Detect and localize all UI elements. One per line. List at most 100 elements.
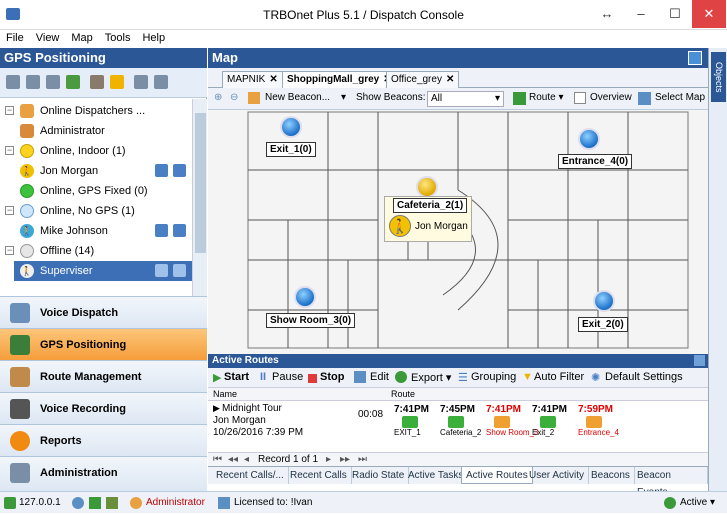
menu-map[interactable]: Map — [65, 30, 98, 46]
stop-button[interactable]: Stop — [320, 371, 344, 383]
tab-mapnik[interactable]: MAPNIK ✕ — [222, 71, 283, 88]
collapse-icon[interactable]: − — [5, 246, 14, 255]
call-icon[interactable] — [173, 164, 186, 177]
auto-filter-button[interactable]: Auto Filter — [534, 371, 584, 383]
close-icon[interactable]: ✕ — [446, 74, 454, 85]
zoom-out-icon[interactable]: ⊖ — [230, 92, 238, 103]
collapse-icon[interactable]: − — [5, 146, 14, 155]
active-status-dropdown[interactable]: Active ▾ — [680, 492, 715, 514]
tree-view-icon[interactable] — [6, 75, 20, 89]
filter-icon[interactable] — [110, 75, 124, 89]
export-button[interactable]: Export ▾ — [411, 371, 451, 384]
beacon-marker-cafeteria-2[interactable] — [416, 176, 438, 198]
beacon-select[interactable]: New Beacon... — [265, 92, 330, 103]
float-icon[interactable] — [154, 75, 168, 89]
overview-checkbox[interactable] — [574, 92, 586, 104]
dock-icon[interactable] — [134, 75, 148, 89]
tab-shoppingmall[interactable]: ShoppingMall_grey✕ — [282, 71, 397, 88]
select-map-button[interactable]: Select Map — [655, 92, 705, 103]
nav-voice-dispatch[interactable]: Voice Dispatch — [0, 296, 207, 328]
map-settings-icon[interactable] — [688, 51, 702, 65]
menu-help[interactable]: Help — [136, 30, 171, 46]
pager-first-icon[interactable]: ⏮ — [213, 453, 222, 467]
tab-beacon-events[interactable]: Beacon Events — [633, 467, 708, 498]
tab-active-routes[interactable]: Active Routes — [461, 467, 533, 484]
chevron-down-icon[interactable]: ▾ — [341, 92, 346, 103]
pager-next-page-icon[interactable]: ▸▸ — [340, 453, 350, 467]
nav-gps-positioning[interactable]: GPS Positioning — [0, 328, 207, 360]
list-view-icon[interactable] — [26, 75, 40, 89]
collapse-icon[interactable]: − — [5, 206, 14, 215]
column-name[interactable]: Name — [213, 389, 237, 399]
tree-row-administrator[interactable]: Administrator — [0, 121, 192, 141]
tab-recent-calls-group[interactable]: Recent Calls/... — [212, 467, 289, 484]
maximize-button[interactable]: ☐ — [658, 0, 692, 28]
tab-active-tasks[interactable]: Active Tasks — [404, 467, 469, 484]
nav-administration[interactable]: Administration — [0, 456, 207, 491]
message-icon[interactable] — [155, 164, 168, 177]
tree-row-offline[interactable]: − Offline (14) — [0, 241, 192, 261]
current-user[interactable]: Administrator — [146, 492, 205, 514]
tree-row-no-gps[interactable]: − Online, No GPS (1) — [0, 201, 192, 221]
tab-recent-calls[interactable]: Recent Calls — [286, 467, 352, 484]
nav-reports[interactable]: Reports — [0, 424, 207, 456]
tree-row-online-indoor[interactable]: − Online, Indoor (1) — [0, 141, 192, 161]
expand-icon[interactable]: ▶ — [213, 403, 220, 414]
message-icon[interactable] — [155, 224, 168, 237]
walking-person-icon: 🚶 — [389, 215, 411, 237]
beacon-marker-show-room-3[interactable] — [294, 286, 316, 308]
active-routes-panel: Active Routes ▶ Start II Pause Stop Edit… — [208, 354, 708, 498]
pause-button[interactable]: Pause — [272, 371, 303, 383]
call-icon[interactable] — [173, 224, 186, 237]
pager-last-icon[interactable]: ⏭ — [358, 453, 367, 467]
call-icon[interactable] — [173, 264, 186, 277]
tools-icon[interactable] — [90, 75, 104, 89]
start-button[interactable]: Start — [224, 371, 249, 383]
pause-icon: II — [260, 371, 267, 383]
message-icon[interactable] — [155, 264, 168, 277]
zoom-in-icon[interactable]: ⊕ — [214, 92, 222, 103]
database-icon — [106, 497, 118, 509]
tree-row-jon-morgan[interactable]: 🚶 Jon Morgan — [0, 161, 192, 181]
grouping-button[interactable]: Grouping — [471, 371, 516, 383]
tree-row-superviser[interactable]: 🚶 Superviser — [14, 261, 194, 281]
nav-route-management[interactable]: Route Management — [0, 360, 207, 392]
tab-radio-state[interactable]: Radio State — [348, 467, 410, 484]
scrollbar-thumb[interactable] — [195, 113, 206, 253]
default-settings-button[interactable]: Default Settings — [605, 371, 683, 383]
table-row[interactable]: ▶ Midnight Tour Jon Morgan 10/26/2016 7:… — [208, 401, 708, 441]
beacon-marker-exit-1[interactable] — [280, 116, 302, 138]
gray-circle-icon — [20, 244, 34, 258]
tree-row-mike-johnson[interactable]: 🚶 Mike Johnson — [0, 221, 192, 241]
tree-row-gps-fixed[interactable]: Online, GPS Fixed (0) — [0, 181, 192, 201]
beacon-marker-exit-2[interactable] — [593, 290, 615, 312]
tab-office[interactable]: Office_grey ✕ — [386, 71, 460, 88]
tab-user-activity[interactable]: User Activity — [525, 467, 590, 484]
users-icon[interactable] — [66, 75, 80, 89]
license-text: Licensed to: !Ivan — [234, 497, 313, 508]
pager-prev-icon[interactable]: ◂ — [244, 453, 249, 467]
restore-arrows-icon[interactable]: ↔ — [590, 0, 624, 28]
pager-next-icon[interactable]: ▸ — [326, 453, 331, 467]
objects-tab[interactable]: Objects — [711, 52, 726, 102]
menu-file[interactable]: File — [0, 30, 30, 46]
nav-voice-recording[interactable]: Voice Recording — [0, 392, 207, 424]
cafeteria-popup[interactable]: Cafeteria_2(1) 🚶 Jon Morgan — [384, 196, 472, 242]
menu-tools[interactable]: Tools — [99, 30, 137, 46]
tab-beacons[interactable]: Beacons — [587, 467, 635, 484]
floor-plan-map[interactable]: Exit_1(0) Entrance_4(0) Cafeteria_2(1) 🚶… — [208, 110, 708, 354]
column-route[interactable]: Route — [391, 389, 415, 399]
pin-icon[interactable] — [694, 355, 705, 366]
edit-button[interactable]: Edit — [370, 371, 389, 383]
collapse-icon[interactable]: − — [5, 106, 14, 115]
close-button[interactable]: ✕ — [692, 0, 726, 28]
menu-view[interactable]: View — [30, 30, 66, 46]
route-button[interactable]: Route ▾ — [529, 92, 563, 103]
tree-row-dispatchers[interactable]: − Online Dispatchers ... — [0, 101, 192, 121]
pager-prev-page-icon[interactable]: ◂◂ — [228, 453, 238, 467]
hierarchy-icon[interactable] — [46, 75, 60, 89]
minimize-button[interactable]: – — [624, 0, 658, 28]
close-icon[interactable]: ✕ — [269, 74, 277, 85]
show-beacons-select[interactable]: All ▾ — [427, 91, 504, 107]
beacon-marker-entrance-4[interactable] — [578, 128, 600, 150]
